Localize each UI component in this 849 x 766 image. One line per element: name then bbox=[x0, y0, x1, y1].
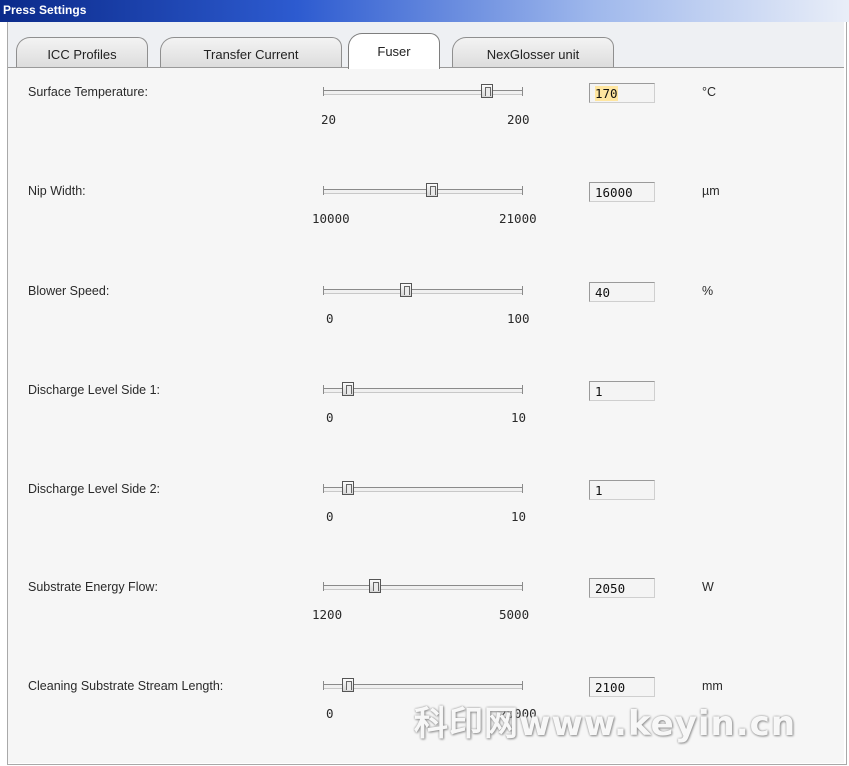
discharge-level-side-2-label: Discharge Level Side 2: bbox=[28, 482, 161, 496]
blower-speed-unit: % bbox=[702, 284, 714, 298]
slider-start-cap bbox=[323, 681, 324, 690]
discharge-level-side-2-slider[interactable] bbox=[321, 481, 525, 495]
slider-track bbox=[323, 189, 523, 194]
slider-start-cap bbox=[323, 484, 324, 493]
cleaning-substrate-stream-length-min: 0 bbox=[326, 706, 334, 721]
surface-temperature-value: 170 bbox=[595, 86, 618, 101]
substrate-energy-flow-min: 1200 bbox=[312, 607, 343, 622]
substrate-energy-flow-input[interactable]: 2050 bbox=[589, 578, 655, 598]
surface-temperature-input[interactable]: 170 bbox=[589, 83, 655, 103]
slider-end-cap bbox=[522, 87, 523, 96]
tab-label: ICC Profiles bbox=[47, 47, 117, 62]
nip-width-unit: µm bbox=[702, 184, 720, 198]
window-title: Press Settings bbox=[3, 3, 87, 17]
substrate-energy-flow-unit: W bbox=[702, 580, 714, 594]
slider-track bbox=[323, 585, 523, 590]
nip-width-max: 21000 bbox=[499, 211, 537, 226]
tab-label: NexGlosser unit bbox=[486, 47, 580, 62]
slider-end-cap bbox=[522, 681, 523, 690]
slider-start-cap bbox=[323, 582, 324, 591]
tab-transfer-current[interactable]: Transfer Current bbox=[160, 37, 342, 68]
nip-width-min: 10000 bbox=[312, 211, 350, 226]
discharge-level-side-1-min: 0 bbox=[326, 410, 334, 425]
surface-temperature-slider[interactable] bbox=[321, 84, 525, 98]
discharge-level-side-1-input[interactable]: 1 bbox=[589, 381, 655, 401]
tab-fuser[interactable]: Fuser bbox=[348, 33, 440, 69]
slider-end-cap bbox=[522, 582, 523, 591]
blower-speed-input[interactable]: 40 bbox=[589, 282, 655, 302]
blower-speed-min: 0 bbox=[326, 311, 334, 326]
tab-icc-profiles[interactable]: ICC Profiles bbox=[16, 37, 148, 68]
nip-width-input[interactable]: 16000 bbox=[589, 182, 655, 202]
slider-thumb[interactable] bbox=[341, 481, 354, 495]
slider-end-cap bbox=[522, 186, 523, 195]
slider-start-cap bbox=[323, 186, 324, 195]
cleaning-substrate-stream-length-label: Cleaning Substrate Stream Length: bbox=[28, 679, 224, 693]
nip-width-slider[interactable] bbox=[321, 183, 525, 197]
tab-nexglosser-unit[interactable]: NexGlosser unit bbox=[452, 37, 614, 68]
slider-end-cap bbox=[522, 484, 523, 493]
surface-temperature-max: 200 bbox=[507, 112, 530, 127]
title-bar: Press Settings bbox=[0, 0, 849, 22]
discharge-level-side-1-label: Discharge Level Side 1: bbox=[28, 383, 161, 397]
cleaning-substrate-stream-length-unit: mm bbox=[702, 679, 723, 693]
slider-track bbox=[323, 90, 523, 95]
surface-temperature-min: 20 bbox=[321, 112, 337, 127]
fuser-settings-panel bbox=[8, 68, 844, 763]
discharge-level-side-2-input[interactable]: 1 bbox=[589, 480, 655, 500]
discharge-level-side-1-slider[interactable] bbox=[321, 382, 525, 396]
substrate-energy-flow-label: Substrate Energy Flow: bbox=[28, 580, 158, 594]
slider-thumb[interactable] bbox=[480, 84, 493, 98]
tab-label: Transfer Current bbox=[203, 47, 299, 62]
slider-track bbox=[323, 289, 523, 294]
slider-thumb[interactable] bbox=[341, 678, 354, 692]
slider-thumb[interactable] bbox=[341, 382, 354, 396]
substrate-energy-flow-slider[interactable] bbox=[321, 579, 525, 593]
discharge-level-side-2-max: 10 bbox=[511, 509, 527, 524]
slider-end-cap bbox=[522, 385, 523, 394]
tab-label: Fuser bbox=[377, 44, 411, 59]
discharge-level-side-2-min: 0 bbox=[326, 509, 334, 524]
discharge-level-side-1-max: 10 bbox=[511, 410, 527, 425]
cleaning-substrate-stream-length-slider[interactable] bbox=[321, 678, 525, 692]
surface-temperature-unit: °C bbox=[702, 85, 717, 99]
blower-speed-label: Blower Speed: bbox=[28, 284, 110, 298]
slider-thumb[interactable] bbox=[425, 183, 438, 197]
slider-start-cap bbox=[323, 385, 324, 394]
slider-thumb[interactable] bbox=[368, 579, 381, 593]
slider-start-cap bbox=[323, 87, 324, 96]
surface-temperature-label: Surface Temperature: bbox=[28, 85, 148, 99]
watermark: 科印网www.keyin.cn bbox=[414, 704, 797, 744]
cleaning-substrate-stream-length-input[interactable]: 2100 bbox=[589, 677, 655, 697]
slider-start-cap bbox=[323, 286, 324, 295]
substrate-energy-flow-max: 5000 bbox=[499, 607, 530, 622]
blower-speed-slider[interactable] bbox=[321, 283, 525, 297]
blower-speed-max: 100 bbox=[507, 311, 530, 326]
slider-end-cap bbox=[522, 286, 523, 295]
slider-thumb[interactable] bbox=[400, 283, 413, 297]
nip-width-label: Nip Width: bbox=[28, 184, 86, 198]
